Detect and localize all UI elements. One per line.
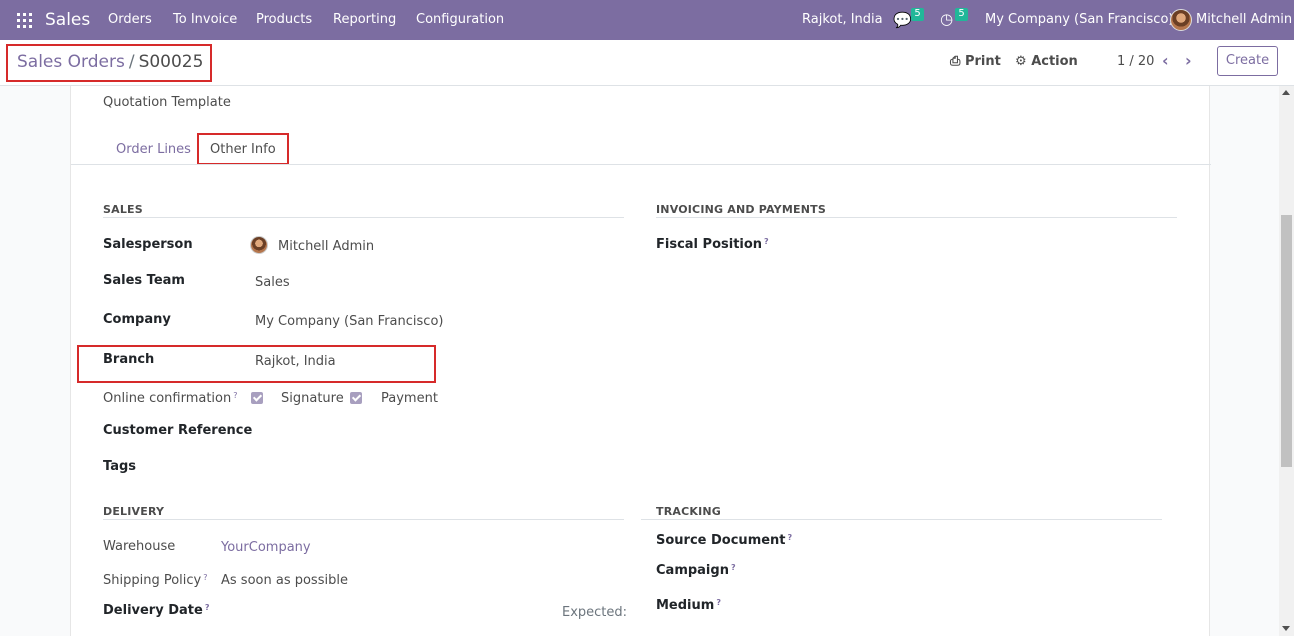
source-document-text: Source Document [656, 533, 786, 548]
tracking-section-divider [641, 519, 1162, 520]
breadcrumb-current: S00025 [138, 52, 204, 72]
print-button[interactable]: ⎙ Print [950, 54, 1001, 69]
customer-reference-label: Customer Reference [103, 423, 253, 438]
control-panel: Sales Orders / S00025 ⎙ Print ⚙ Action 1 /… [0, 40, 1294, 86]
shipping-policy-label: Shipping Policy? [103, 573, 208, 588]
menu-reporting[interactable]: Reporting [333, 12, 396, 27]
online-confirmation-label: Online confirmation? [103, 391, 238, 406]
scroll-down-icon[interactable] [1282, 626, 1290, 631]
chat-icon[interactable]: 💬 [893, 11, 912, 29]
tab-order-lines[interactable]: Order Lines [116, 142, 191, 157]
payment-checkbox[interactable] [350, 392, 362, 404]
company-label: Company [103, 312, 171, 327]
print-label: Print [964, 54, 1001, 69]
delivery-section-divider [103, 519, 624, 520]
warehouse-field[interactable]: YourCompany [221, 540, 311, 555]
payment-label: Payment [381, 391, 438, 406]
fiscal-position-label: Fiscal Position? [656, 237, 769, 252]
tab-divider [71, 164, 1211, 165]
clock-icon[interactable]: ◷ [940, 10, 953, 28]
invoicing-section-divider [656, 217, 1177, 218]
scrollbar-thumb[interactable] [1281, 215, 1292, 467]
signature-checkbox[interactable] [251, 392, 263, 404]
delivery-section-title: DELIVERY [103, 505, 165, 518]
company-field[interactable]: My Company (San Francisco) [255, 314, 443, 329]
user-menu[interactable]: Mitchell Admin [1196, 12, 1292, 27]
app-name[interactable]: Sales [45, 10, 90, 30]
salesperson-field[interactable]: Mitchell Admin [278, 239, 374, 254]
form-sheet: Quotation Template Order Lines Other Inf… [70, 86, 1211, 636]
branch-label: Branch [103, 352, 155, 367]
branch-switcher[interactable]: Rajkot, India [802, 12, 883, 27]
campaign-text: Campaign [656, 563, 729, 578]
breadcrumb-separator: / [128, 52, 135, 72]
top-navbar: Sales Orders To Invoice Products Reporti… [0, 0, 1294, 40]
breadcrumb: Sales Orders / S00025 [6, 44, 212, 82]
campaign-label: Campaign? [656, 563, 736, 578]
help-icon[interactable]: ? [788, 533, 793, 542]
action-button[interactable]: ⚙ Action [1015, 54, 1078, 69]
source-document-label: Source Document? [656, 533, 792, 548]
sales-section-divider [103, 217, 624, 218]
signature-label: Signature [281, 391, 344, 406]
pager-previous-icon[interactable]: ‹ [1162, 51, 1169, 70]
medium-label: Medium? [656, 598, 721, 613]
scroll-up-icon[interactable] [1282, 90, 1290, 95]
help-icon[interactable]: ? [764, 237, 769, 246]
help-icon[interactable]: ? [716, 598, 721, 607]
help-icon[interactable]: ? [233, 391, 237, 400]
company-switcher[interactable]: My Company (San Francisco) [985, 12, 1173, 27]
quotation-template-label: Quotation Template [103, 95, 231, 110]
fiscal-position-text: Fiscal Position [656, 237, 763, 252]
expected-label: Expected: [562, 605, 628, 620]
user-avatar[interactable] [1170, 9, 1192, 31]
activities-badge: 5 [955, 8, 968, 21]
pager-value[interactable]: 1 / 20 [1117, 54, 1154, 69]
menu-to-invoice[interactable]: To Invoice [173, 12, 237, 27]
tab-other-info[interactable]: Other Info [197, 133, 289, 165]
messages-badge: 5 [911, 8, 924, 21]
menu-configuration[interactable]: Configuration [416, 12, 504, 27]
tracking-section-title: TRACKING [656, 505, 722, 518]
apps-menu-icon[interactable] [17, 13, 32, 28]
help-icon[interactable]: ? [203, 573, 207, 582]
warehouse-label: Warehouse [103, 539, 176, 554]
help-icon[interactable]: ? [205, 603, 210, 612]
delivery-date-label: Delivery Date? [103, 603, 209, 618]
action-label: Action [1031, 54, 1078, 69]
sales-team-field[interactable]: Sales [255, 275, 290, 290]
sales-team-label: Sales Team [103, 273, 185, 288]
salesperson-label: Salesperson [103, 237, 193, 252]
medium-text: Medium [656, 598, 715, 613]
online-confirmation-text: Online confirmation [103, 391, 232, 406]
tags-label: Tags [103, 459, 137, 474]
shipping-policy-field[interactable]: As soon as possible [221, 573, 348, 588]
help-icon[interactable]: ? [731, 563, 736, 572]
gear-icon: ⚙ [1015, 54, 1027, 69]
breadcrumb-sales-orders[interactable]: Sales Orders [17, 52, 125, 72]
delivery-date-text: Delivery Date [103, 603, 203, 618]
branch-field[interactable]: Rajkot, India [255, 354, 336, 369]
salesperson-avatar [250, 236, 268, 254]
invoicing-section-title: INVOICING AND PAYMENTS [656, 203, 826, 216]
shipping-policy-text: Shipping Policy [103, 573, 202, 588]
create-button[interactable]: Create [1217, 46, 1278, 76]
menu-products[interactable]: Products [256, 12, 312, 27]
menu-orders[interactable]: Orders [108, 12, 152, 27]
printer-icon: ⎙ [950, 54, 961, 69]
pager-next-icon[interactable]: › [1185, 51, 1192, 70]
sales-section-title: SALES [103, 203, 143, 216]
